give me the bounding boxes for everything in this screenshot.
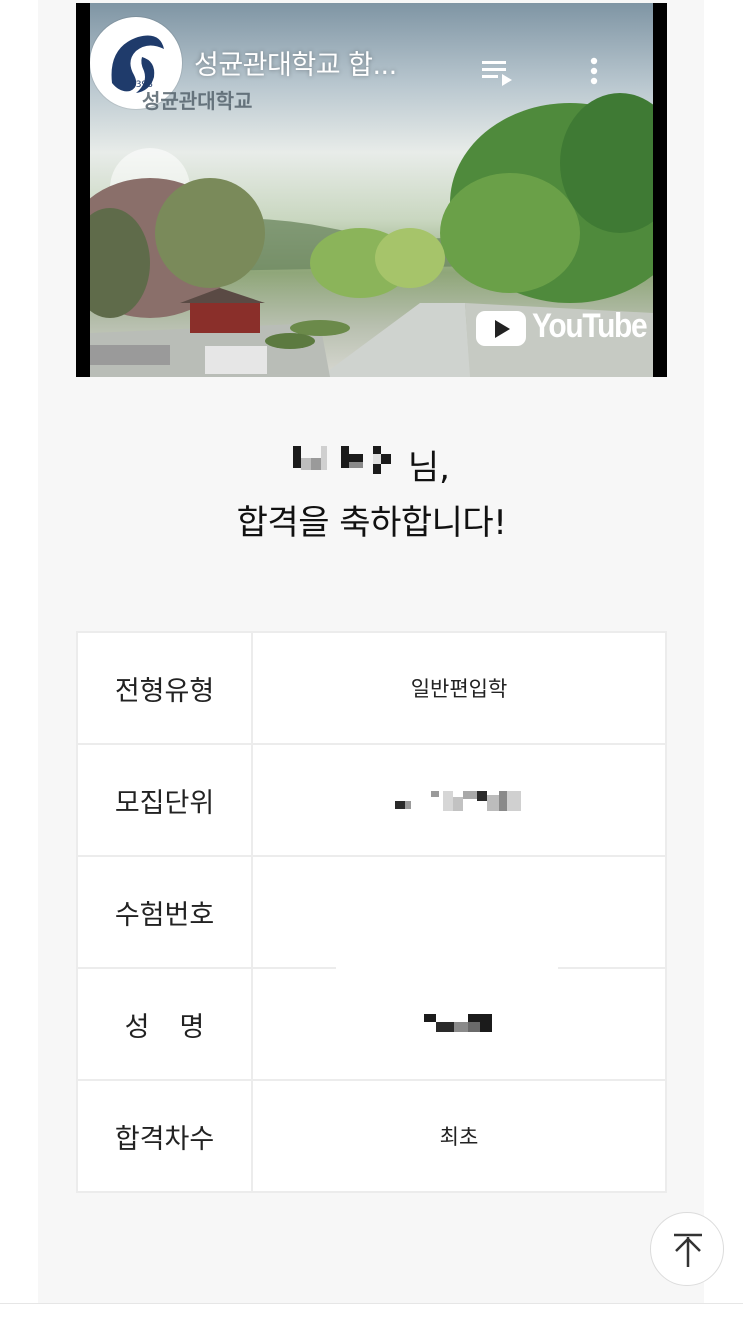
row-value-pass-round: 최초 <box>251 1079 667 1193</box>
video-title[interactable]: 성균관대학교 합... <box>194 43 454 82</box>
youtube-play-icon <box>476 311 526 346</box>
row-label-exam-number: 수험번호 <box>76 855 253 969</box>
youtube-wordmark: YouTube <box>532 307 648 345</box>
row-value-admission-type: 일반편입학 <box>251 631 667 745</box>
video-overlay-text: 성균관대학교 <box>142 89 253 113</box>
table-row: 성명 <box>76 967 667 1081</box>
redaction-patch <box>336 858 558 980</box>
row-label-name: 성명 <box>76 967 253 1081</box>
greeting-name-line: 님, <box>0 440 743 488</box>
masked-name <box>293 444 397 478</box>
row-value-recruitment-unit <box>251 743 667 857</box>
table-row: 모집단위 <box>76 743 667 857</box>
row-label-admission-type: 전형유형 <box>76 631 253 745</box>
more-vert-icon[interactable] <box>584 53 604 93</box>
video-player[interactable]: 1398 성균관대학교 합... 성균관대학교 YouTube <box>76 3 667 377</box>
table-row: 합격차수 최초 <box>76 1079 667 1193</box>
table-row: 전형유형 일반편입학 <box>76 631 667 745</box>
masked-name-value <box>424 1014 494 1036</box>
row-value-name <box>251 967 667 1081</box>
arrow-up-to-top-icon <box>674 1233 702 1267</box>
playlist-icon[interactable] <box>478 53 518 93</box>
youtube-brand[interactable]: YouTube <box>476 307 648 347</box>
greeting-honorific: 님, <box>407 448 450 488</box>
row-label-recruitment-unit: 모집단위 <box>76 743 253 857</box>
masked-recruitment-unit <box>395 789 523 813</box>
row-label-pass-round: 합격차수 <box>76 1079 253 1193</box>
scroll-to-top-button[interactable] <box>650 1212 724 1286</box>
congratulations-message: 합격을 축하합니다! <box>236 503 507 543</box>
bottom-divider <box>0 1303 743 1304</box>
